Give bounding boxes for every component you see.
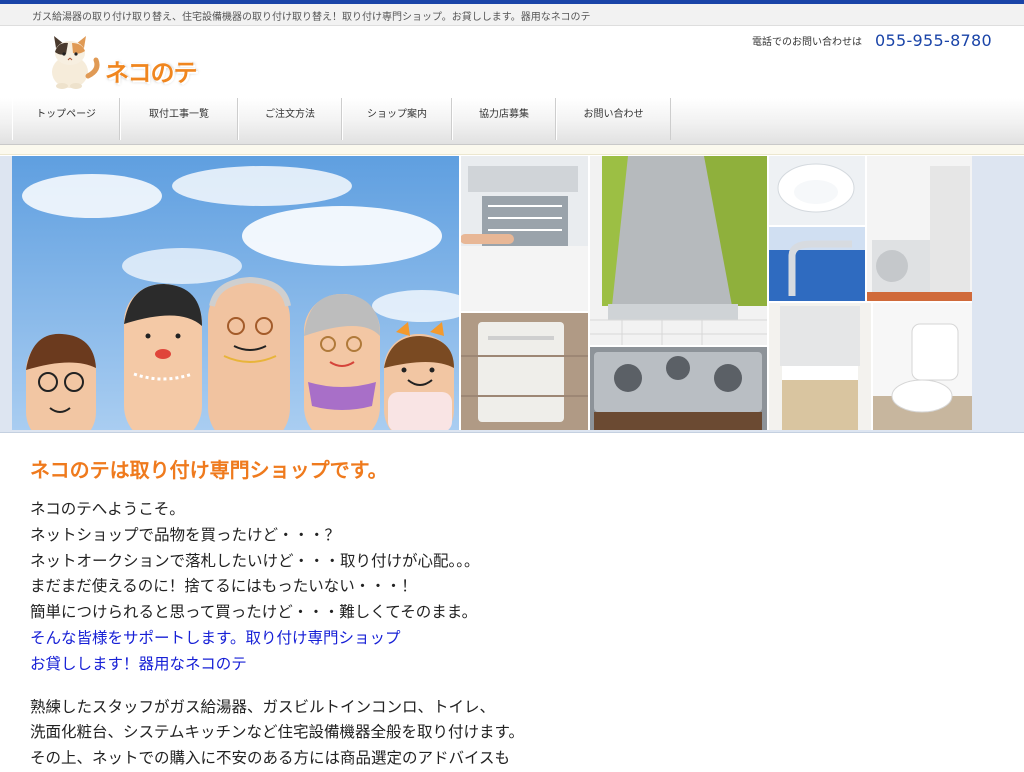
nav-sub-band [0, 145, 1024, 155]
hero-image [12, 156, 972, 430]
intro-line: ネコのテへようこそ。 [30, 500, 185, 518]
top-tagline-bar: ガス給湯器の取り付け取り替え、住宅設備機器の取り付け取り替え！取り付け専門ショッ… [0, 4, 1024, 26]
faucet-photo [768, 226, 866, 302]
intro-line: ネットオークションで落札したいけど・・・取り付けが心配。。。 [30, 551, 480, 570]
gas-stove-photo [589, 346, 768, 430]
hero-banner [0, 156, 1024, 433]
body-line: 熟練したスタッフがガス給湯器、ガスビルトインコンロ、トイレ、 [30, 697, 496, 716]
main-content: ネコのテは取り付け専門ショップです。 ネコのテへようこそ。 ネットショップで品物… [30, 454, 990, 772]
dishwasher-photo [460, 156, 589, 312]
body-line: その上、ネットでの購入に不安のある方には商品選定のアドバイスも [30, 749, 511, 768]
range-hood-photo [589, 156, 768, 346]
air-conditioner-photo [866, 156, 972, 302]
global-nav-bar: トップページ 取付工事一覧 ご注文方法 ショップ案内 協力店募集 お問い合わせ [0, 98, 1024, 145]
intro-line: 簡単につけられると思って買ったけど・・・難しくてそのまま。 [30, 603, 478, 622]
highlight-line: そんな皆様をサポートします。取り付け専門ショップ [30, 628, 401, 647]
global-nav: トップページ 取付工事一覧 ご注文方法 ショップ案内 協力店募集 お問い合わせ [12, 98, 671, 140]
water-heater-photo [460, 312, 589, 430]
nav-item-installation-list[interactable]: 取付工事一覧 [120, 98, 238, 140]
intro-line: ネットショップで品物を買ったけど・・・？ [30, 525, 341, 544]
body-line: 洗面化粧台、システムキッチンなど住宅設備機器全般を取り付けます。 [30, 723, 524, 742]
nav-item-partner-recruitment[interactable]: 協力店募集 [452, 98, 556, 140]
nav-item-contact[interactable]: お問い合わせ [556, 98, 671, 140]
toilet-photo [872, 302, 972, 430]
toilet-seat-photo [768, 156, 866, 226]
site-logo[interactable]: ネコのテ [44, 34, 204, 90]
finger-family-photo [12, 156, 472, 430]
logo-text: ネコのテ [105, 59, 198, 87]
nav-item-shop-info[interactable]: ショップ案内 [342, 98, 452, 140]
page-headline: ネコのテは取り付け専門ショップです。 [30, 458, 388, 482]
contact-info: 電話でのお問い合わせは 055-955-8780 [752, 30, 992, 50]
phone-number[interactable]: 055-955-8780 [875, 31, 992, 50]
nav-item-how-to-order[interactable]: ご注文方法 [238, 98, 342, 140]
contact-label: 電話でのお問い合わせは [751, 37, 862, 48]
highlight-line: お貸しします！器用なネコのテ [30, 654, 247, 673]
vanity-photo [768, 302, 872, 430]
site-tagline: ガス給湯器の取り付け取り替え、住宅設備機器の取り付け取り替え！取り付け専門ショッ… [32, 12, 591, 23]
cat-logo-icon [52, 36, 100, 89]
intro-line: まだまだ使えるのに！捨てるにはもったいない・・・！ [30, 577, 417, 596]
nav-item-top-page[interactable]: トップページ [12, 98, 120, 140]
